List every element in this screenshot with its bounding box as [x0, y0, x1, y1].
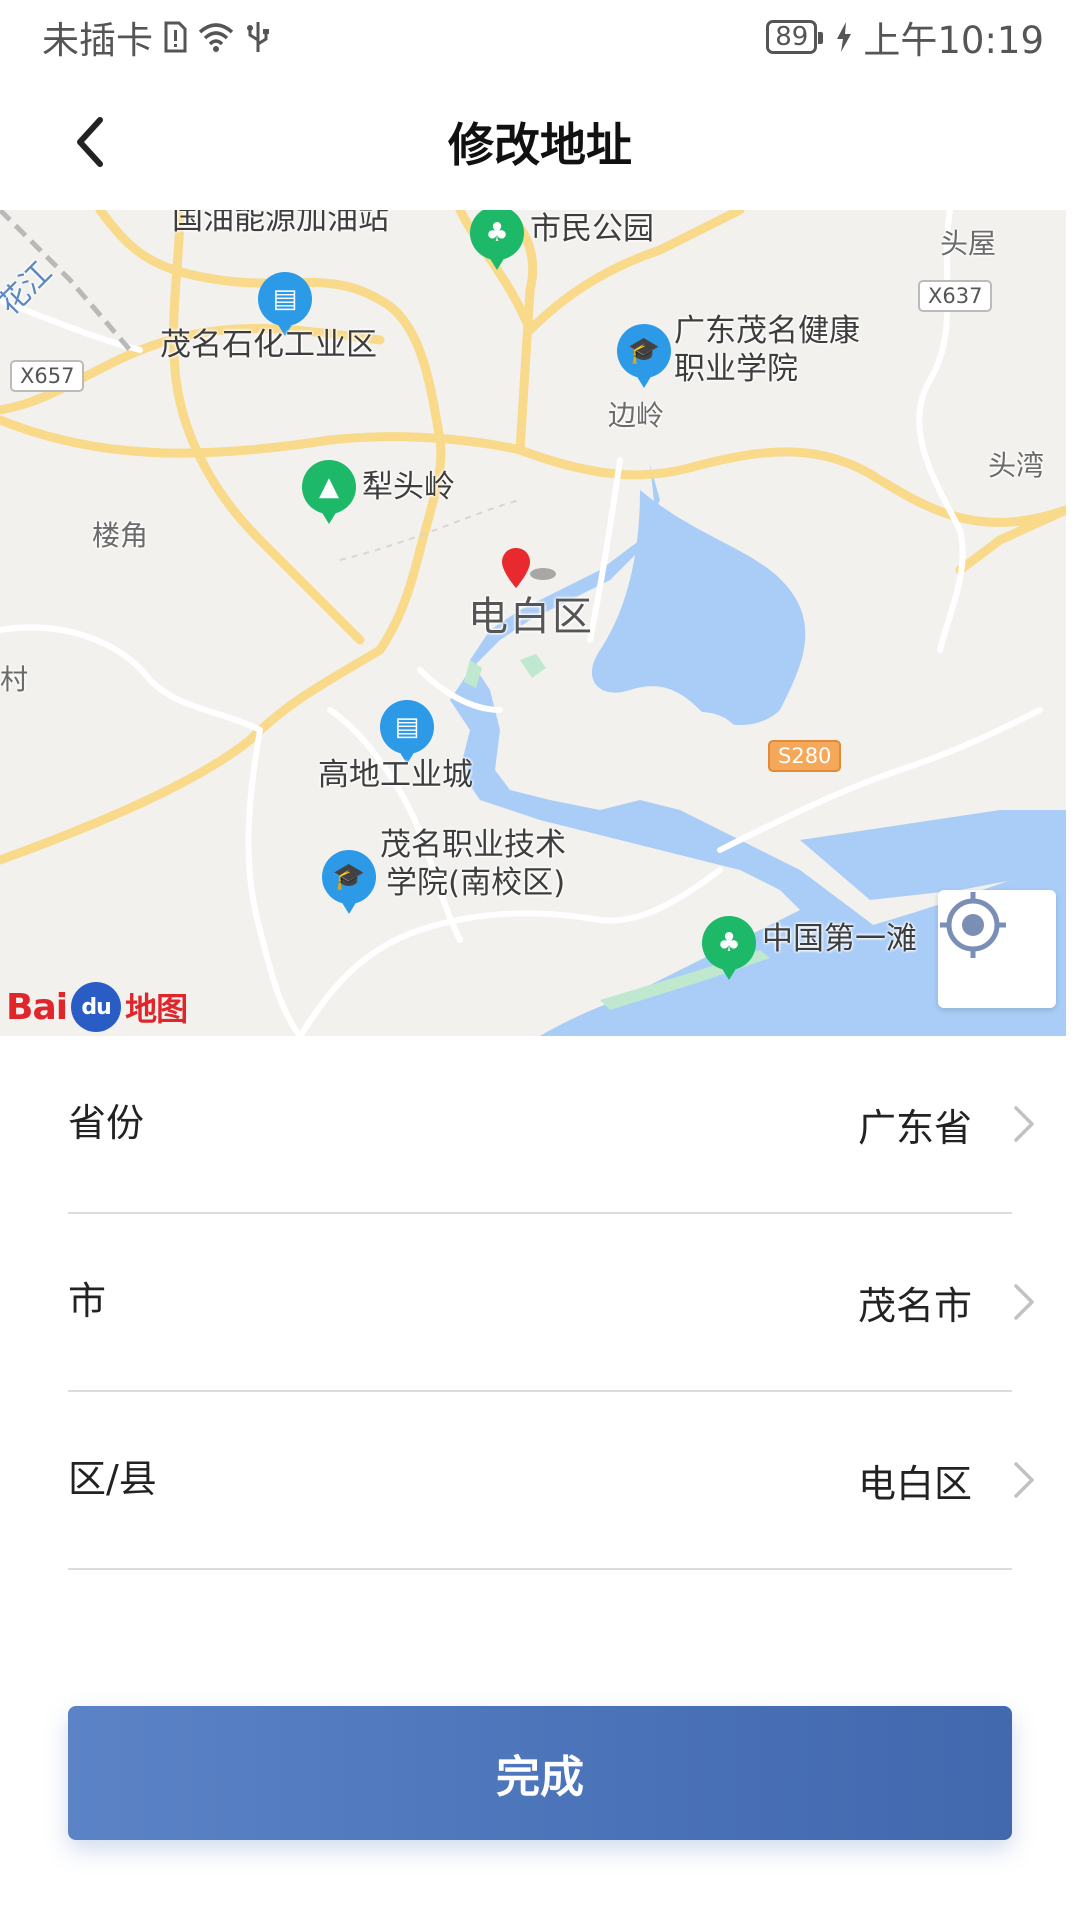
map-label-health-college-2: 职业学院 [674, 351, 798, 387]
road-badge-x657: X657 [10, 360, 85, 392]
district-value: 电白区 [857, 1461, 972, 1506]
industrial-zone-pin-icon[interactable]: ▤ [258, 272, 312, 336]
battery-icon: 89 [766, 20, 824, 54]
city-label: 市 [68, 1278, 107, 1323]
charging-icon [835, 21, 853, 53]
done-button[interactable]: 完成 [68, 1706, 1012, 1840]
island [660, 712, 740, 768]
map-label-bianling: 边岭 [608, 399, 665, 432]
map-label-industrial-zone: 茂名石化工业区 [160, 327, 377, 363]
baidu-logo-bai: Bai [6, 986, 68, 1028]
major-roads [0, 210, 1066, 865]
wifi-icon [197, 21, 235, 53]
province-label: 省份 [68, 1100, 145, 1145]
map-label-district: 电白区 [468, 594, 594, 640]
map-label-litouling: 犁头岭 [362, 469, 455, 505]
first-beach-pin-icon[interactable]: ♣ [702, 916, 756, 980]
map-label-tech-college-1: 茂名职业技术 [380, 827, 566, 863]
province-row[interactable]: 省份 广东省 [68, 1036, 1034, 1214]
address-form: 省份 广东省 市 茂名市 区/县 电白区 [68, 1036, 1034, 1570]
clock-text: 上午10:19 [863, 19, 1044, 62]
district-label: 区/县 [68, 1456, 157, 1501]
baidu-logo-suffix: 地图 [125, 990, 188, 1028]
chevron-right-icon [1012, 1104, 1036, 1144]
status-bar: 未插卡 89 上午10:19 [0, 0, 1080, 74]
health-college-pin-icon[interactable]: 🎓 [617, 324, 671, 388]
map-label-gas-station: 国油能源加油站 [172, 210, 389, 237]
usb-icon [245, 20, 271, 54]
carrier-text: 未插卡 [42, 19, 153, 62]
road-badge-s280: S280 [768, 740, 842, 772]
page-title: 修改地址 [448, 118, 632, 172]
bay-inner-water [591, 490, 806, 725]
road-badge-x637: X637 [918, 280, 993, 312]
district-value-wrap: 电白区 [858, 1453, 1036, 1508]
chevron-right-icon [1012, 1460, 1036, 1500]
chevron-right-icon [1012, 1282, 1036, 1322]
district-row[interactable]: 区/县 电白区 [68, 1392, 1034, 1570]
baidu-logo-du: du [81, 994, 111, 1020]
map-label-tech-college-2: 学院(南校区) [386, 865, 566, 901]
map-label-loujiao: 楼角 [92, 519, 149, 552]
header-bar: 修改地址 [0, 74, 1080, 210]
status-bar-right: 89 上午10:19 [766, 10, 1044, 64]
map-label-gaodi: 高地工业城 [318, 757, 473, 793]
province-value-wrap: 广东省 [858, 1097, 1036, 1152]
gaodi-pin-icon[interactable]: ▤ [380, 700, 434, 764]
sim-alert-icon [163, 21, 187, 53]
city-value-wrap: 茂名市 [858, 1275, 1036, 1330]
city-row[interactable]: 市 茂名市 [68, 1214, 1034, 1392]
litouling-pin-icon[interactable]: ▲ [302, 460, 356, 524]
status-bar-left: 未插卡 [42, 10, 271, 64]
crosshair-icon [940, 892, 1006, 958]
map-label-touwu: 头屋 [940, 227, 997, 260]
marker-shadow [530, 568, 556, 580]
battery-level: 89 [775, 22, 809, 52]
baidu-paw-icon: du [71, 982, 122, 1032]
province-value: 广东省 [857, 1105, 972, 1150]
back-button[interactable] [50, 102, 130, 182]
map-label-toutou-bay: 头湾 [988, 449, 1045, 482]
map-label-village: 村 [0, 663, 29, 696]
map-label-park: 市民公园 [530, 211, 654, 247]
map-label-health-college-1: 广东茂名健康 [674, 313, 860, 349]
locate-me-button[interactable] [938, 890, 1056, 1008]
map-label-first-beach: 中国第一滩 [762, 921, 917, 957]
city-value: 茂名市 [857, 1283, 972, 1328]
baidu-map-logo: Bai du 地图 [6, 982, 188, 1032]
green-park-2 [520, 654, 546, 678]
tech-college-pin-icon[interactable]: 🎓 [322, 850, 376, 914]
map-view[interactable]: 国油能源加油站 ♣ 市民公园 头屋 X637 花江 ▤ 茂名石化工业区 🎓 广东… [0, 210, 1066, 1036]
chevron-left-icon [77, 117, 103, 167]
